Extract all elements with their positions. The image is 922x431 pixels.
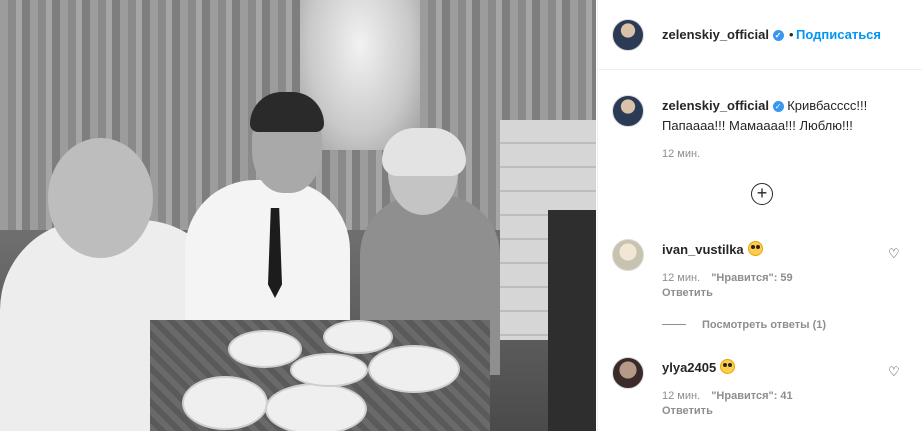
heart-eyes-emoji-icon [747, 241, 763, 256]
father-head [48, 138, 153, 258]
author-username[interactable]: zelenskiy_official ✓ [662, 27, 784, 42]
like-comment-heart-icon[interactable]: ♡ [888, 365, 902, 379]
verified-badge-icon: ✓ [772, 30, 784, 41]
author-username-text[interactable]: zelenskiy_official [662, 27, 769, 42]
caption-username[interactable]: zelenskiy_official [662, 98, 769, 113]
author-avatar[interactable] [612, 19, 644, 51]
comment-time[interactable]: 12 мин. [662, 272, 700, 284]
like-comment-heart-icon[interactable]: ♡ [888, 247, 902, 261]
commenter-avatar[interactable] [612, 357, 644, 389]
comment-likes[interactable]: "Нравится": 59 [711, 272, 792, 284]
follow-button[interactable]: Подписаться [796, 27, 881, 42]
post-header: zelenskiy_official ✓ • Подписаться [598, 0, 922, 70]
comment-username[interactable]: ivan_vustilka [662, 242, 744, 257]
plate [228, 330, 302, 368]
post-side-panel: zelenskiy_official ✓ • Подписаться zelen… [597, 0, 922, 431]
post-time[interactable]: 12 мин. [662, 148, 700, 160]
post-caption: zelenskiy_official ✓ Кривбасссс!!! Папаа… [662, 96, 912, 136]
post-photo[interactable] [0, 0, 596, 431]
comment-row: ylya2405 [662, 359, 736, 375]
reply-button[interactable]: Ответить [662, 405, 713, 417]
comment-time[interactable]: 12 мин. [662, 390, 700, 402]
view-replies-label[interactable]: Посмотреть ответы (1) [702, 319, 826, 331]
plate [265, 383, 367, 431]
comment-meta: 12 мин. "Нравится": 59 [662, 272, 801, 284]
separator-dot: • [789, 27, 794, 42]
reply-button[interactable]: Ответить [662, 287, 713, 299]
comment-row: ivan_vustilka [662, 241, 763, 257]
heart-eyes-emoji-icon [720, 359, 736, 374]
mother-hair [382, 128, 466, 176]
plate [182, 376, 268, 430]
view-replies-button[interactable]: Посмотреть ответы (1) [662, 319, 826, 331]
verified-badge-icon: ✓ [772, 101, 784, 112]
plate [290, 353, 368, 387]
load-more-comments-button[interactable]: + [751, 183, 773, 205]
cabinet [548, 210, 596, 431]
comment-likes[interactable]: "Нравится": 41 [711, 390, 792, 402]
plate [323, 320, 393, 354]
plate [368, 345, 460, 393]
comment-meta: 12 мин. "Нравится": 41 [662, 390, 801, 402]
caption-author-avatar[interactable] [612, 95, 644, 127]
commenter-avatar[interactable] [612, 239, 644, 271]
son-figure [185, 180, 350, 330]
comment-username[interactable]: ylya2405 [662, 360, 716, 375]
replies-line [662, 324, 686, 325]
